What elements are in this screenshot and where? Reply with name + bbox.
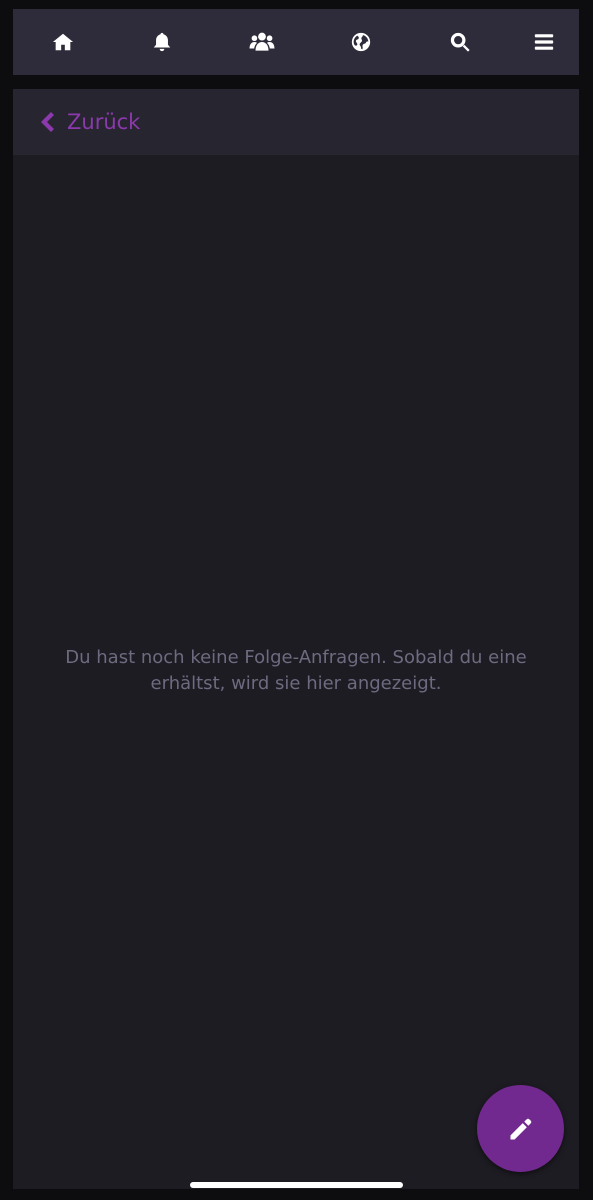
top-navigation-bar: [13, 9, 579, 75]
content-panel: Zurück Du hast noch keine Folge-Anfragen…: [13, 89, 579, 1189]
search-icon: [450, 32, 470, 52]
home-indicator: [190, 1182, 403, 1188]
bell-icon: [153, 32, 171, 52]
users-icon: [249, 32, 275, 51]
nav-notifications[interactable]: [132, 9, 192, 75]
nav-search[interactable]: [430, 9, 490, 75]
globe-icon: [351, 32, 371, 52]
nav-community[interactable]: [232, 9, 292, 75]
back-bar: Zurück: [13, 89, 579, 155]
pencil-icon: [510, 1118, 531, 1139]
nav-home[interactable]: [33, 9, 93, 75]
nav-explore[interactable]: [331, 9, 391, 75]
empty-state-message: Du hast noch keine Folge-Anfragen. Sobal…: [65, 647, 527, 694]
chevron-left-icon: [41, 112, 54, 132]
home-icon: [52, 33, 74, 51]
nav-menu[interactable]: [514, 9, 574, 75]
back-button[interactable]: Zurück: [39, 110, 140, 134]
compose-button[interactable]: [477, 1085, 564, 1172]
menu-icon: [534, 34, 554, 50]
back-label: Zurück: [67, 110, 141, 134]
